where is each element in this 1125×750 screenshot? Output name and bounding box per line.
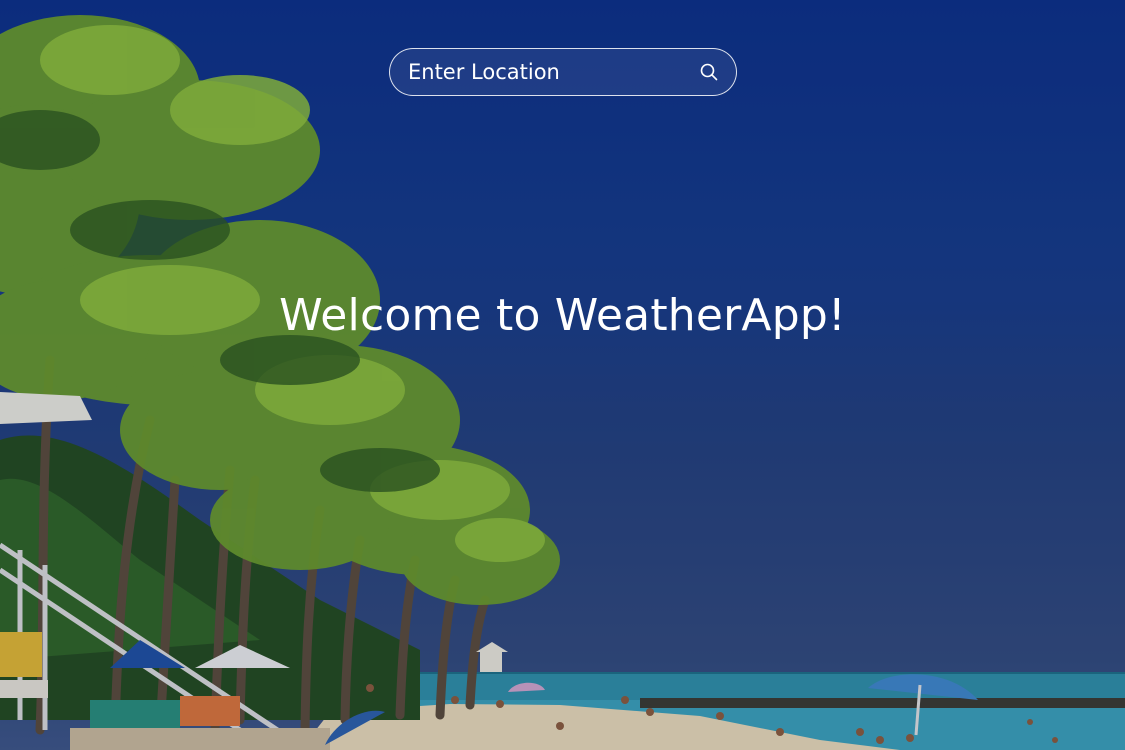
weather-app-landing: Welcome to WeatherApp! — [0, 0, 1125, 750]
welcome-title: Welcome to WeatherApp! — [279, 290, 846, 341]
search-icon[interactable] — [698, 61, 720, 83]
location-search-input[interactable] — [408, 49, 688, 95]
beach-background-image — [0, 0, 1125, 750]
location-search-bar — [389, 48, 737, 96]
